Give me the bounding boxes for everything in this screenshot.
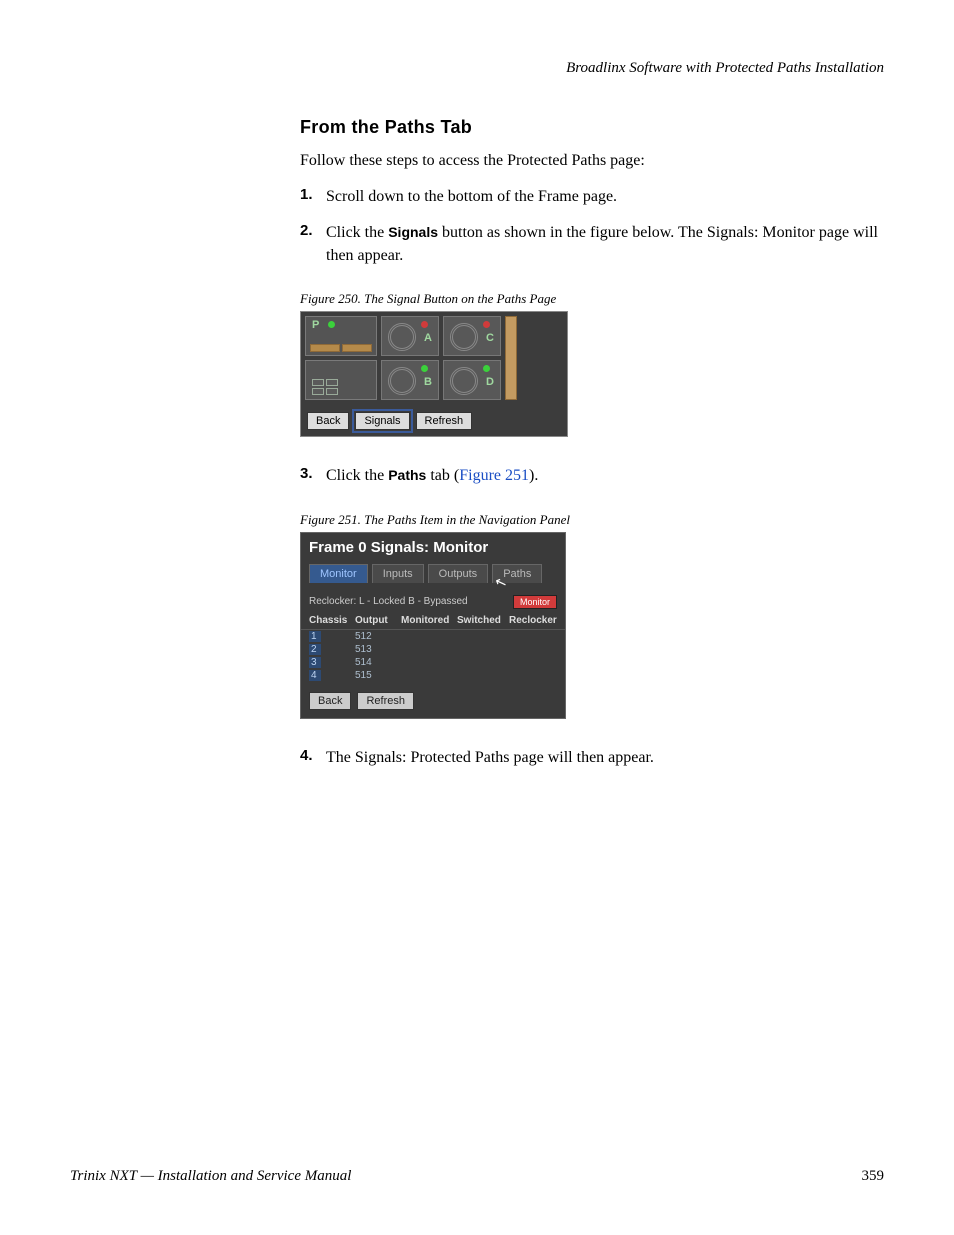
- figure-251: Frame 0 Signals: Monitor Monitor Inputs …: [300, 532, 566, 719]
- intro-text: Follow these steps to access the Protect…: [300, 152, 884, 170]
- step-1: 1. Scroll down to the bottom of the Fram…: [300, 186, 884, 208]
- figure-251-caption: Figure 251. The Paths Item in the Naviga…: [300, 512, 884, 528]
- fan-b: B: [381, 360, 439, 400]
- cell-chassis: 1: [309, 631, 321, 642]
- table-row[interactable]: 4 515: [301, 669, 565, 682]
- table-row[interactable]: 2 513: [301, 643, 565, 656]
- fan-icon: [388, 367, 416, 395]
- step-number: 2.: [300, 222, 326, 267]
- footer-title: Trinix NXT — Installation and Service Ma…: [70, 1168, 351, 1185]
- text-fragment: Click the: [326, 467, 388, 484]
- table-row[interactable]: 3 514: [301, 656, 565, 669]
- text-fragment: ).: [529, 467, 538, 484]
- cell-chassis: 2: [309, 644, 321, 655]
- led-icon: [421, 365, 428, 372]
- figure-250: P A: [300, 311, 568, 437]
- signals-bold: Signals: [388, 224, 438, 240]
- text-fragment: tab (: [426, 467, 459, 484]
- fan-d: D: [443, 360, 501, 400]
- reclocker-legend: Reclocker: L - Locked B - Bypassed: [309, 596, 468, 607]
- refresh-button[interactable]: Refresh: [357, 692, 414, 710]
- step-text: The Signals: Protected Paths page will t…: [326, 747, 654, 769]
- cell-output: 514: [355, 657, 401, 668]
- fan-icon: [450, 323, 478, 351]
- step-number: 4.: [300, 747, 326, 769]
- page-footer: Trinix NXT — Installation and Service Ma…: [70, 1168, 884, 1185]
- cell-chassis: 3: [309, 657, 321, 668]
- slot-lower: [305, 360, 377, 400]
- monitor-badge[interactable]: Monitor: [513, 595, 557, 609]
- paths-bold: Paths: [388, 467, 426, 483]
- cell-output: 515: [355, 670, 401, 681]
- cell-output: 512: [355, 631, 401, 642]
- fan-icon: [450, 367, 478, 395]
- text-fragment: Click the: [326, 224, 388, 241]
- fan-label: B: [424, 376, 432, 388]
- col-reclocker: Reclocker: [509, 615, 557, 626]
- step-number: 3.: [300, 465, 326, 487]
- section-heading: From the Paths Tab: [300, 117, 884, 138]
- led-icon: [483, 321, 490, 328]
- tab-outputs[interactable]: Outputs: [428, 564, 489, 583]
- figure-250-caption: Figure 250. The Signal Button on the Pat…: [300, 291, 884, 307]
- step-text: Scroll down to the bottom of the Frame p…: [326, 186, 617, 208]
- fan-label: C: [486, 332, 494, 344]
- col-chassis: Chassis: [309, 615, 355, 626]
- col-output: Output: [355, 615, 401, 626]
- running-head: Broadlinx Software with Protected Paths …: [70, 60, 884, 77]
- col-switched: Switched: [457, 615, 509, 626]
- side-bar-strip: [505, 316, 517, 400]
- table-row[interactable]: 1 512: [301, 630, 565, 643]
- cell-chassis: 4: [309, 670, 321, 681]
- panel-title: Frame 0 Signals: Monitor: [301, 533, 565, 564]
- table-header: Chassis Output Monitored Switched Recloc…: [301, 615, 565, 630]
- back-button[interactable]: Back: [307, 412, 349, 430]
- step-2: 2. Click the Signals button as shown in …: [300, 222, 884, 267]
- page-number: 359: [862, 1168, 885, 1185]
- fan-a: A: [381, 316, 439, 356]
- signals-button[interactable]: Signals: [355, 412, 409, 430]
- step-3: 3. Click the Paths tab (Figure 251).: [300, 465, 884, 487]
- col-monitored: Monitored: [401, 615, 457, 626]
- fan-icon: [388, 323, 416, 351]
- led-icon: [421, 321, 428, 328]
- step-text: Click the Signals button as shown in the…: [326, 222, 884, 267]
- led-icon: [483, 365, 490, 372]
- p-label: P: [312, 319, 319, 331]
- led-icon: [328, 321, 335, 328]
- fan-label: D: [486, 376, 494, 388]
- fan-c: C: [443, 316, 501, 356]
- tab-inputs[interactable]: Inputs: [372, 564, 424, 583]
- tab-monitor[interactable]: Monitor: [309, 564, 368, 583]
- refresh-button[interactable]: Refresh: [416, 412, 473, 430]
- fan-label: A: [424, 332, 432, 344]
- figure-251-link[interactable]: Figure 251: [459, 467, 529, 484]
- step-text: Click the Paths tab (Figure 251).: [326, 465, 538, 487]
- slot-p: P: [305, 316, 377, 356]
- step-number: 1.: [300, 186, 326, 208]
- step-4: 4. The Signals: Protected Paths page wil…: [300, 747, 884, 769]
- back-button[interactable]: Back: [309, 692, 351, 710]
- cell-output: 513: [355, 644, 401, 655]
